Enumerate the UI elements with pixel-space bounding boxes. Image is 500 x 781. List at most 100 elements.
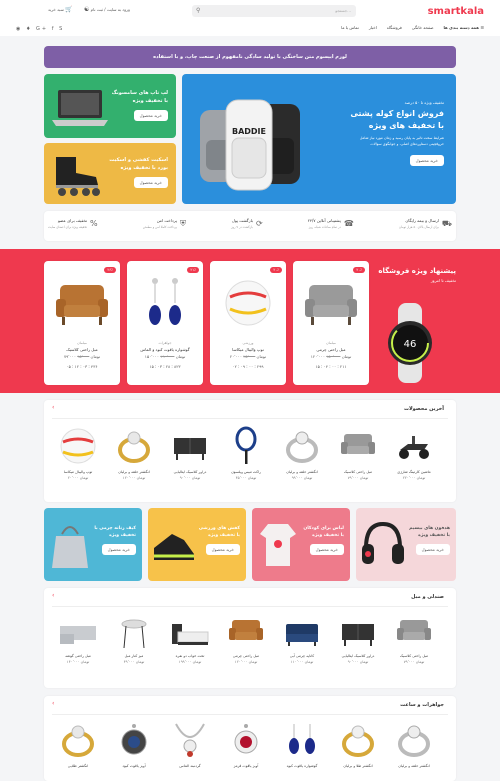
chevron-left-icon[interactable]: ‹: [52, 700, 54, 707]
hero-title-2: با تخفیف های ویژه: [368, 121, 444, 130]
volleyball-icon: [225, 280, 271, 326]
nav-all-categories[interactable]: ☰ همه دسته بندی ها: [444, 25, 484, 30]
promo-headphones-button[interactable]: خرید محصول: [415, 544, 450, 555]
promo-kids[interactable]: لباس برای کودکان با تخفیف ویژه خرید محصول: [252, 508, 350, 581]
twitter-icon[interactable]: ♦: [26, 26, 32, 32]
product-price: ۱۵۰٬۰۰۰ تومان ۱۹۰٬۰۰۰: [144, 354, 186, 359]
product-card[interactable]: آویز یاقوت قرمز: [220, 720, 272, 768]
hero-slider[interactable]: تخفیف ویژه تا ۵۰ درصد فروش انواع کوله پش…: [182, 74, 456, 204]
bed-icon: [172, 624, 209, 645]
nav-news[interactable]: اخبار: [369, 25, 377, 30]
product-name[interactable]: گوشواره یاقوت کبود و الماس: [127, 347, 203, 352]
necklace-icon: [175, 723, 205, 757]
promo-shoes[interactable]: کفش های ورزشی با تخفیف ویژه خرید محصول: [148, 508, 246, 581]
sofa-icon: [286, 624, 318, 646]
special-card[interactable]: ۲۰٪ ورزشی توپ والیبال میکاسا ۲۰٬۰۰۰ توما…: [210, 261, 286, 385]
feature-item: ⛟ ارسال و بیمه رایگان برای ارسال بالای ۵۰…: [398, 218, 452, 229]
product-card[interactable]: کاناپه چرمی آبی ۱۱۰٬۰۰۰ تومان: [276, 616, 328, 664]
search-icon[interactable]: ⚲: [196, 7, 200, 14]
search-input[interactable]: جستجو...: [335, 8, 351, 13]
product-name[interactable]: توپ والیبال میکاسا: [210, 347, 286, 352]
gokart-icon: [399, 436, 429, 459]
nav-shop[interactable]: فروشگاه: [387, 25, 402, 30]
promo-handbag[interactable]: کیف زنانه چرمی با تخفیف ویژه خرید محصول: [44, 508, 142, 581]
skype-icon[interactable]: S: [59, 26, 64, 32]
product-card[interactable]: مبل راحتی گوشه ۱۴۰٬۰۰۰ تومان: [52, 616, 104, 664]
user-icon: ☯: [84, 6, 90, 13]
product-card[interactable]: تخت خواب دو نفره ۱۹۹٬۰۰۰ تومان: [164, 616, 216, 664]
hero-description: شرایط سخت تاثیر به پایان رسید و زمان مور…: [359, 136, 444, 146]
countdown-timer: ۰۵ : ۱۲ : ۰۳ : ۴۳۶: [66, 364, 98, 369]
product-name[interactable]: مبل راحتی کلاسیک: [44, 347, 120, 352]
product-card[interactable]: انگشتر طلا و برلیان: [332, 720, 384, 768]
gold-ring-icon: [342, 725, 374, 757]
hero-buy-button[interactable]: خرید محصول: [409, 155, 444, 166]
nav-contact[interactable]: تماس با ما: [341, 25, 359, 30]
volleyball-icon: [60, 428, 96, 464]
latest-products-section: آخرین محصولات ‹ توپ والیبال میکاسا ۲۰٬۰۰۰…: [44, 400, 456, 502]
product-card[interactable]: مبل راحتی کلاسیک ۷۹٬۰۰۰ تومان: [332, 426, 384, 480]
logo[interactable]: smartkala: [428, 6, 484, 17]
product-card[interactable]: راکت تنیس ویلسون ۴۵٬۰۰۰ تومان: [220, 426, 272, 480]
product-card[interactable]: میز کنار مبل ۴۹٬۰۰۰ تومان: [108, 616, 160, 664]
chevron-left-icon[interactable]: ‹: [52, 592, 54, 599]
promo-shoes-button[interactable]: خرید محصول: [205, 544, 240, 555]
table-icon: [121, 619, 147, 649]
special-card[interactable]: ۲۰٪ مبلمان مبل راحتی چرمی ۱۲۰٬۰۰۰ تومان …: [293, 261, 369, 385]
product-card[interactable]: انگشتر طلایی: [52, 720, 104, 768]
countdown-timer: ۰۲ : ۰۹ : ۰۰ : ۲۹۹: [232, 364, 264, 369]
facebook-icon[interactable]: f: [52, 26, 56, 32]
cart-button[interactable]: سبد خرید 🛒: [48, 6, 73, 13]
features-bar: ⛟ ارسال و بیمه رایگان برای ارسال بالای ۵۰…: [44, 211, 456, 241]
product-card[interactable]: آویز یاقوت کبود: [108, 720, 160, 768]
percent-icon: %: [90, 219, 98, 228]
product-card[interactable]: دراور کلاسیک ایتالیایی ۹۰٬۰۰۰ تومان: [164, 426, 216, 480]
smartwatch-icon: 46: [388, 303, 432, 383]
gold-ring-icon: [62, 725, 94, 757]
jewelry-section: جواهرات و ساعت ‹ انگشتر طلایی آویز یاقوت…: [44, 696, 456, 781]
product-card[interactable]: مبل راحتی چرمی ۱۲۰٬۰۰۰ تومان: [220, 616, 272, 664]
handbag-icon: [52, 526, 88, 568]
product-card[interactable]: گوشواره یاقوت کبود: [276, 720, 328, 768]
promo-skate-button[interactable]: خرید محصول: [133, 177, 168, 188]
product-card[interactable]: انگشتر حلقه و برلیان: [388, 720, 440, 768]
chevron-left-icon[interactable]: ‹: [52, 404, 54, 411]
dresser-icon: [174, 438, 206, 460]
promo-skate[interactable]: اسکیت کفشی و اسکیت بورد با تخفیف ویژه خر…: [44, 143, 176, 204]
product-card[interactable]: مبل راحتی کلاسیک ۷۹٬۰۰۰ تومان: [388, 616, 440, 664]
product-card[interactable]: انگشتر حلقه و برلیان ۱۲۰٬۰۰۰ تومان: [108, 426, 160, 480]
nav-home[interactable]: صفحه خانگی: [412, 25, 434, 30]
promo-kids-button[interactable]: خرید محصول: [309, 544, 344, 555]
instagram-icon[interactable]: ◉: [16, 26, 22, 32]
pendant-red-icon: [234, 724, 258, 754]
product-card[interactable]: توپ والیبال میکاسا ۲۰٬۰۰۰ تومان: [52, 426, 104, 480]
support-icon: ☎: [343, 219, 354, 228]
ring-icon: [286, 431, 318, 463]
search-bar[interactable]: ⚲ جستجو...: [192, 5, 356, 17]
hero-subtitle: تخفیف ویژه تا ۵۰ درصد: [404, 100, 444, 105]
feature-item: ☎ پشتیبانی آنلاین ۲۴/۷ در تمام ساعات شبان…: [307, 218, 354, 229]
google-icon[interactable]: G+: [36, 26, 48, 32]
top-promo-banner[interactable]: لورم ایپسوم متن ساختگی با تولید سادگی نا…: [44, 46, 456, 68]
hero-title: فروش انواع کوله پشتی: [350, 109, 444, 118]
product-name[interactable]: مبل راحتی چرمی: [293, 347, 369, 352]
promo-laptop-button[interactable]: خرید محصول: [133, 110, 168, 121]
feature-item: ⟳ بازگشت پول بازگشت در ۷ روز: [231, 218, 263, 229]
money-back-icon: ⟳: [255, 219, 263, 228]
product-card[interactable]: ماشین کارتینگ شارژی ۲۲۰٬۰۰۰ تومان: [388, 426, 440, 480]
login-link[interactable]: ☯ ورود به سایت / ثبت نام: [84, 6, 130, 13]
armchair-icon: [56, 285, 108, 325]
main-nav: ☰ همه دسته بندی ها صفحه خانگی فروشگاه اخ…: [341, 25, 484, 30]
product-card[interactable]: گردنبند الماس: [164, 720, 216, 768]
promo-headphones[interactable]: هدفون های بیسیم با تخفیف ویژه خرید محصول: [356, 508, 456, 581]
product-card[interactable]: انگشتر حلقه و برلیان ۹۹٬۰۰۰ تومان: [276, 426, 328, 480]
racket-icon: [235, 426, 257, 464]
social-icons: ◉ ♦ G+ f S: [16, 26, 64, 32]
section-title: آخرین محصولات: [403, 406, 444, 412]
special-card[interactable]: ۲۱٪ جواهرات گوشواره یاقوت کبود و الماس ۱…: [127, 261, 203, 385]
promo-laptop[interactable]: لپ تاپ های سامسونگ با تخفیف ویژه خرید مح…: [44, 74, 176, 138]
leather-chair-icon: [305, 285, 357, 325]
promo-handbag-button[interactable]: خرید محصول: [101, 544, 136, 555]
special-card[interactable]: ۲۶٪ مبلمان مبل راحتی کلاسیک ۷۹٬۰۰۰ تومان…: [44, 261, 120, 385]
product-card[interactable]: دراور کلاسیک ایتالیایی ۹۰٬۰۰۰ تومان: [332, 616, 384, 664]
